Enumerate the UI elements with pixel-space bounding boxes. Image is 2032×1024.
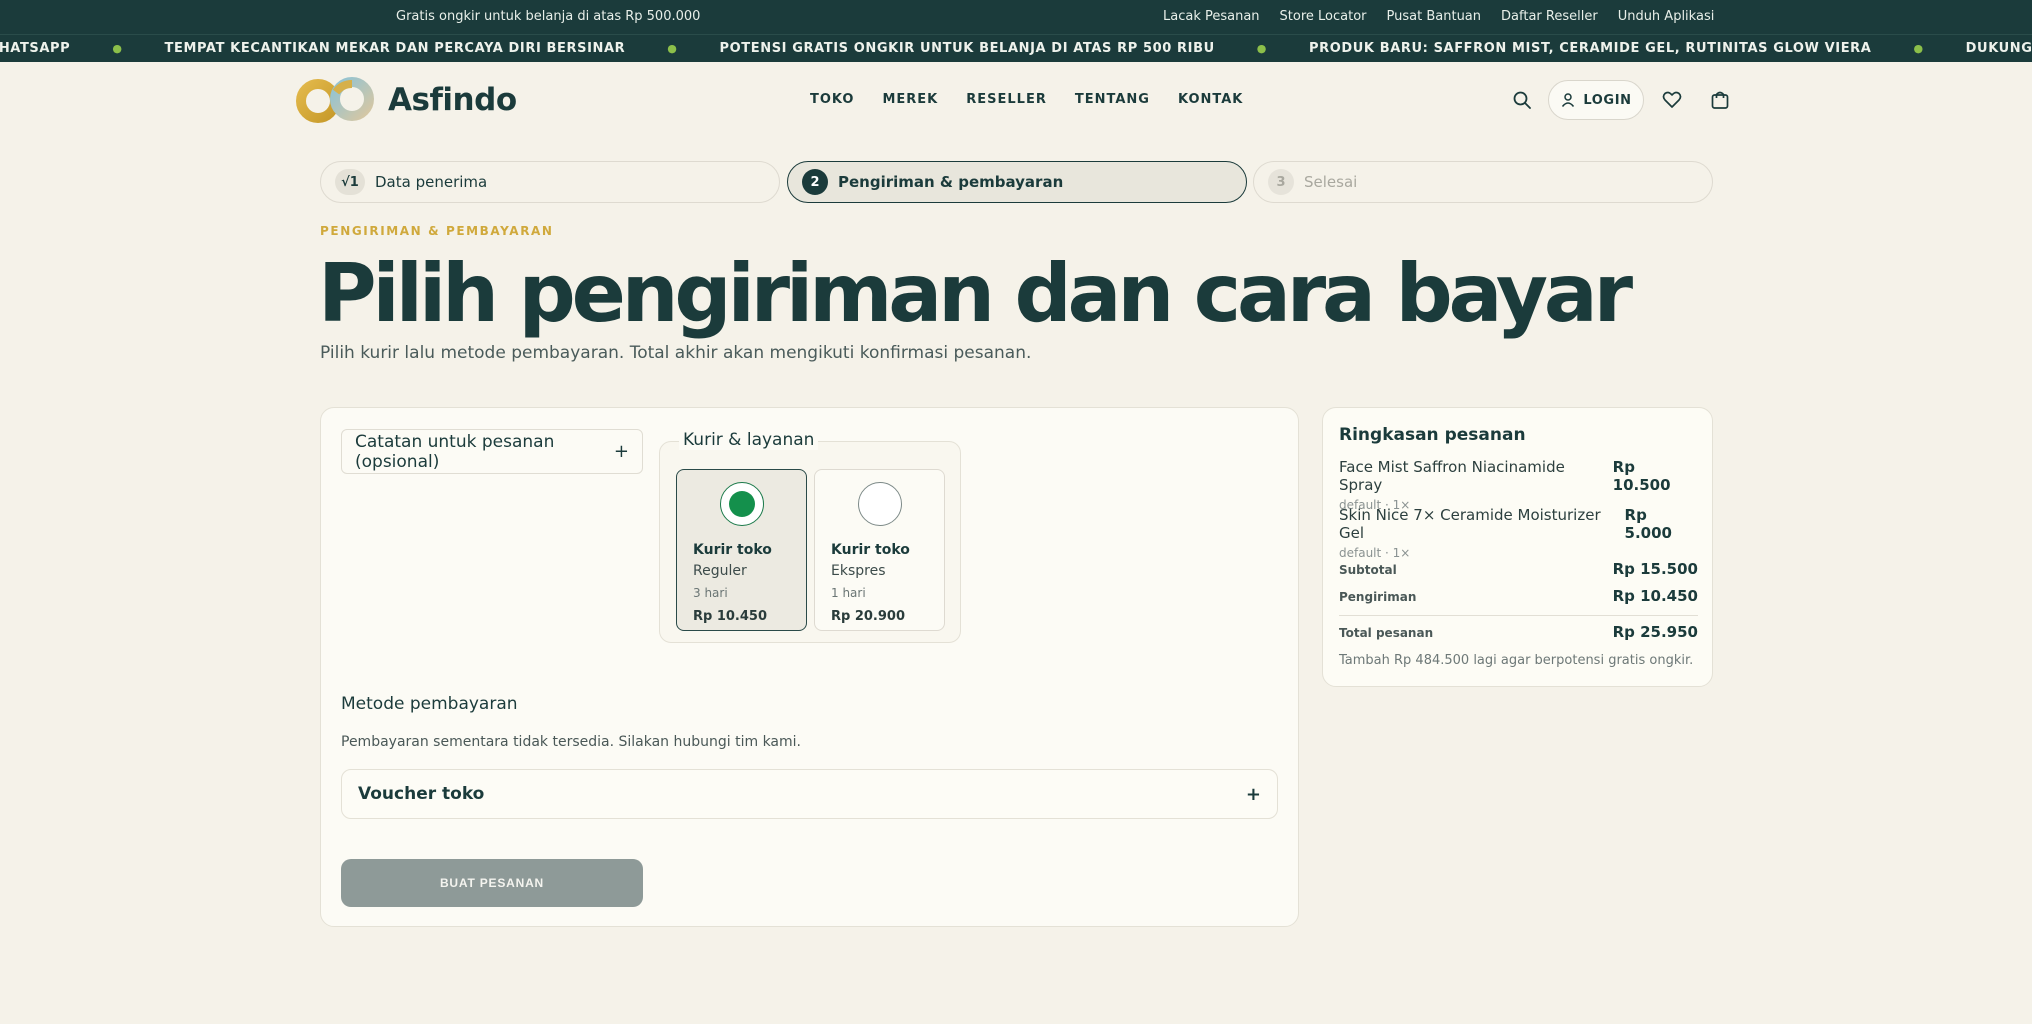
subtotal-row: Subtotal Rp 15.500 — [1339, 560, 1698, 578]
nav-tentang[interactable]: TENTANG — [1075, 92, 1150, 107]
page-subtitle: Pilih kurir lalu metode pembayaran. Tota… — [320, 343, 1032, 363]
infinity-logo-icon — [296, 77, 374, 123]
step-number: √1 — [335, 169, 365, 195]
summary-title: Ringkasan pesanan — [1339, 425, 1526, 445]
announcement-ticker: VIA WHATSAPP ● TEMPAT KECANTIKAN MEKAR D… — [0, 34, 2032, 62]
order-summary-card: Ringkasan pesanan Face Mist Saffron Niac… — [1322, 407, 1713, 687]
step-number: 3 — [1268, 169, 1294, 195]
step-label: Data penerima — [375, 173, 488, 191]
courier-legend: Kurir & layanan — [679, 430, 819, 450]
courier-service: Ekspres — [831, 563, 886, 579]
link-pusat-bantuan[interactable]: Pusat Bantuan — [1387, 9, 1482, 24]
nav-kontak[interactable]: KONTAK — [1178, 92, 1243, 107]
link-store-locator[interactable]: Store Locator — [1280, 9, 1367, 24]
login-label: LOGIN — [1583, 92, 1632, 108]
step-pengiriman-pembayaran[interactable]: 2 Pengiriman & pembayaran — [787, 161, 1247, 203]
shipping-promo: Gratis ongkir untuk belanja di atas Rp 5… — [396, 9, 701, 24]
courier-price: Rp 20.900 — [831, 609, 906, 624]
payment-unavailable-note: Pembayaran sementara tidak tersedia. Sil… — [341, 734, 801, 750]
brand-logo[interactable]: Asfindo — [294, 76, 517, 124]
item-price: Rp 10.500 — [1612, 458, 1671, 494]
ticker-track: VIA WHATSAPP ● TEMPAT KECANTIKAN MEKAR D… — [0, 41, 2032, 56]
order-notes-label: Catatan untuk pesanan (opsional) — [355, 431, 555, 472]
courier-price: Rp 10.450 — [693, 609, 768, 624]
nav-toko[interactable]: TOKO — [810, 92, 854, 107]
step-number: 2 — [802, 169, 828, 195]
subtotal-label: Subtotal — [1339, 563, 1397, 577]
checkout-form-card: Catatan untuk pesanan (opsional) + Kurir… — [320, 407, 1299, 927]
summary-line-item: Face Mist Saffron Niacinamide Spray Rp 1… — [1339, 458, 1698, 512]
summary-line-item: Skin Nice 7× Ceramide Moisturizer Gel Rp… — [1339, 506, 1698, 560]
top-bar: Gratis ongkir untuk belanja di atas Rp 5… — [0, 0, 2032, 34]
courier-option-reguler[interactable]: Kurir toko Reguler 3 hari Rp 10.450 — [676, 469, 807, 631]
step-label: Pengiriman & pembayaran — [838, 173, 1064, 191]
total-row: Total pesanan Rp 25.950 — [1339, 623, 1698, 641]
step-label: Selesai — [1304, 173, 1358, 191]
brand-name: Asfindo — [388, 82, 517, 118]
courier-name: Kurir toko — [693, 542, 772, 558]
shipping-label: Pengiriman — [1339, 590, 1417, 604]
plus-icon: + — [613, 441, 629, 462]
search-icon[interactable] — [1511, 89, 1533, 111]
shipping-row: Pengiriman Rp 10.450 — [1339, 587, 1698, 605]
page-title: Pilih pengiriman dan cara bayar — [318, 247, 1633, 340]
total-label: Total pesanan — [1339, 626, 1434, 640]
step-data-penerima[interactable]: √1 Data penerima — [320, 161, 780, 203]
ticker-separator: ● — [1913, 42, 1924, 55]
radio-selected-icon[interactable] — [720, 482, 764, 526]
ticker-item: VIA WHATSAPP — [0, 41, 71, 56]
section-eyebrow: PENGIRIMAN & PEMBAYARAN — [320, 224, 554, 238]
ticker-separator: ● — [667, 42, 678, 55]
plus-icon: + — [1245, 783, 1261, 805]
ticker-item: PRODUK BARU: SAFFRON MIST, CERAMIDE GEL,… — [1308, 41, 1872, 56]
free-shipping-hint: Tambah Rp 484.500 lagi agar berpotensi g… — [1339, 653, 1694, 668]
cart-icon[interactable] — [1709, 89, 1731, 111]
ticker-separator: ● — [112, 42, 123, 55]
item-name: Skin Nice 7× Ceramide Moisturizer Gel — [1339, 506, 1601, 542]
voucher-label: Voucher toko — [358, 784, 485, 804]
login-button[interactable]: LOGIN — [1548, 80, 1644, 120]
item-name: Face Mist Saffron Niacinamide Spray — [1339, 458, 1565, 494]
courier-name: Kurir toko — [831, 542, 910, 558]
ticker-item: TEMPAT KECANTIKAN MEKAR DAN PERCAYA DIRI… — [164, 41, 626, 56]
ticker-item: DUKUNGAN PESANAN VI VIA WHATSAPP — [1965, 41, 2032, 56]
total-value: Rp 25.950 — [1612, 623, 1698, 641]
user-icon — [1562, 93, 1575, 107]
subtotal-value: Rp 15.500 — [1612, 560, 1698, 578]
main-nav: TOKO MEREK RESELLER TENTANG KONTAK — [810, 92, 1243, 107]
shipping-value: Rp 10.450 — [1612, 587, 1698, 605]
utility-links: Lacak Pesanan Store Locator Pusat Bantua… — [1163, 9, 1714, 24]
item-variant: default · 1× — [1339, 546, 1411, 560]
ticker-item: POTENSI GRATIS ONGKIR UNTUK BELANJA DI A… — [719, 41, 1215, 56]
link-daftar-reseller[interactable]: Daftar Reseller — [1501, 9, 1598, 24]
payment-method-title: Metode pembayaran — [341, 694, 518, 714]
courier-eta: 1 hari — [831, 586, 866, 600]
order-notes-toggle[interactable]: Catatan untuk pesanan (opsional) + — [341, 429, 643, 474]
item-price: Rp 5.000 — [1624, 506, 1672, 542]
courier-service: Reguler — [693, 563, 747, 579]
radio-empty-icon[interactable] — [858, 482, 902, 526]
link-unduh-aplikasi[interactable]: Unduh Aplikasi — [1618, 9, 1715, 24]
summary-divider — [1339, 615, 1698, 616]
courier-eta: 3 hari — [693, 586, 728, 600]
link-lacak-pesanan[interactable]: Lacak Pesanan — [1163, 9, 1260, 24]
courier-option-ekspres[interactable]: Kurir toko Ekspres 1 hari Rp 20.900 — [814, 469, 945, 631]
nav-merek[interactable]: MEREK — [882, 92, 938, 107]
ticker-separator: ● — [1256, 42, 1267, 55]
heart-icon[interactable] — [1661, 89, 1683, 111]
step-selesai: 3 Selesai — [1253, 161, 1713, 203]
nav-reseller[interactable]: RESELLER — [966, 92, 1047, 107]
voucher-toggle[interactable]: Voucher toko + — [341, 769, 1278, 819]
place-order-button[interactable]: BUAT PESANAN — [341, 859, 643, 907]
